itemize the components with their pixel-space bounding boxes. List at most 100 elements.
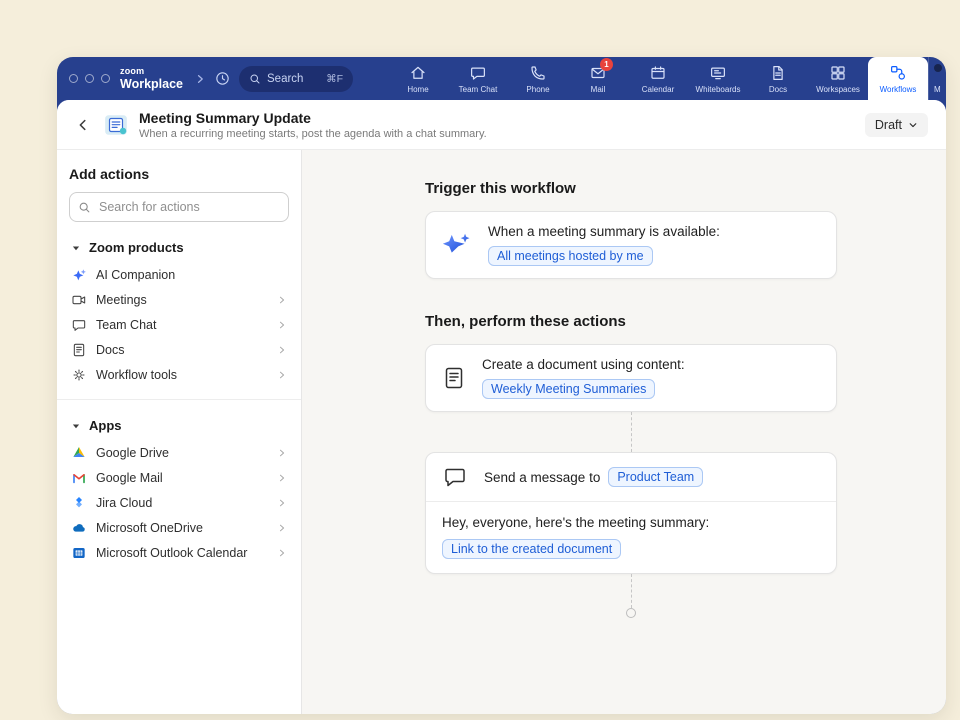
workflow-subtitle: When a recurring meeting starts, post th… xyxy=(139,128,487,140)
section-label: Apps xyxy=(89,418,122,433)
meetings-camera-icon xyxy=(71,292,87,308)
search-icon xyxy=(249,73,261,85)
sidebar-item-label: Meetings xyxy=(96,293,147,307)
sidebar-item-workflow-tools[interactable]: Workflow tools xyxy=(69,362,289,387)
sidebar-item-google-drive[interactable]: Google Drive xyxy=(69,440,289,465)
status-dropdown[interactable]: Draft xyxy=(865,113,928,137)
sidebar-item-docs[interactable]: Docs xyxy=(69,337,289,362)
sidebar-item-label: Microsoft OneDrive xyxy=(96,521,203,535)
content-area: Meeting Summary Update When a recurring … xyxy=(57,100,946,714)
section-apps[interactable]: Apps xyxy=(71,418,287,433)
actions-search-input[interactable] xyxy=(97,199,280,215)
chevron-right-icon xyxy=(277,498,287,508)
chevron-right-icon xyxy=(277,448,287,458)
workflow-title-block: Meeting Summary Update When a recurring … xyxy=(139,110,487,140)
top-nav-bar: zoom Workplace Search ⌘F Home xyxy=(57,57,946,100)
window-control-dot[interactable] xyxy=(101,74,110,83)
window-control-dot[interactable] xyxy=(69,74,78,83)
send-message-card[interactable]: Send a message to Product Team Hey, ever… xyxy=(425,452,837,574)
ai-sparkle-icon xyxy=(442,230,472,260)
actions-heading: Then, perform these actions xyxy=(425,313,837,330)
nav-item-docs[interactable]: Docs xyxy=(748,57,808,100)
nav-item-team-chat[interactable]: Team Chat xyxy=(448,57,508,100)
docs-icon xyxy=(769,64,787,82)
global-search[interactable]: Search ⌘F xyxy=(239,66,353,92)
ai-companion-icon xyxy=(71,267,87,283)
trigger-text: When a meeting summary is available: xyxy=(488,224,720,239)
nav-item-label: Whiteboards xyxy=(696,85,741,94)
chevron-right-icon xyxy=(277,523,287,533)
nav-item-label: M xyxy=(934,85,941,94)
nav-item-more-partial[interactable]: M xyxy=(928,57,946,100)
sidebar-item-jira-cloud[interactable]: Jira Cloud xyxy=(69,490,289,515)
sidebar-item-label: AI Companion xyxy=(96,268,175,282)
sidebar-item-label: Google Drive xyxy=(96,446,169,460)
search-shortcut: ⌘F xyxy=(326,73,343,85)
app-window: zoom Workplace Search ⌘F Home xyxy=(57,57,946,714)
message-link-tag[interactable]: Link to the created document xyxy=(442,539,621,559)
sidebar-item-microsoft-onedrive[interactable]: Microsoft OneDrive xyxy=(69,515,289,540)
actions-sidebar: Add actions Zoom products xyxy=(57,150,302,714)
document-content-tag[interactable]: Weekly Meeting Summaries xyxy=(482,379,655,399)
workflows-icon xyxy=(889,64,907,82)
sidebar-item-microsoft-outlook-calendar[interactable]: Microsoft Outlook Calendar xyxy=(69,540,289,565)
calendar-icon xyxy=(649,64,667,82)
workflow-canvas: Trigger this workflow When a meeting sum… xyxy=(302,150,946,714)
gear-icon xyxy=(71,367,87,383)
logo-workplace-text: Workplace xyxy=(120,78,183,91)
trigger-card[interactable]: When a meeting summary is available: All… xyxy=(425,211,837,279)
microsoft-onedrive-icon xyxy=(71,520,87,536)
chevron-right-icon xyxy=(277,295,287,305)
workflow-header: Meeting Summary Update When a recurring … xyxy=(57,100,946,150)
nav-item-workflows-active[interactable]: Workflows xyxy=(868,57,928,100)
search-label: Search xyxy=(267,73,303,85)
google-drive-icon xyxy=(71,445,87,461)
sidebar-item-google-mail[interactable]: Google Mail xyxy=(69,465,289,490)
home-icon xyxy=(409,64,427,82)
actions-search[interactable] xyxy=(69,192,289,222)
section-label: Zoom products xyxy=(89,240,184,255)
back-button[interactable] xyxy=(71,113,95,137)
nav-item-mail[interactable]: 1 Mail xyxy=(568,57,628,100)
microsoft-outlook-calendar-icon xyxy=(71,545,87,561)
nav-item-label: Home xyxy=(407,85,428,94)
primary-nav: Home Team Chat Phone 1 Mail xyxy=(388,57,946,100)
nav-item-phone[interactable]: Phone xyxy=(508,57,568,100)
workflow-title: Meeting Summary Update xyxy=(139,110,487,126)
sidebar-item-label: Team Chat xyxy=(96,318,156,332)
chevron-right-icon xyxy=(277,370,287,380)
message-recipient-tag[interactable]: Product Team xyxy=(608,467,703,487)
workspaces-icon xyxy=(829,64,847,82)
create-document-text: Create a document using content: xyxy=(482,357,685,372)
chevron-right-icon xyxy=(277,345,287,355)
trigger-scope-tag[interactable]: All meetings hosted by me xyxy=(488,246,653,266)
nav-item-workspaces[interactable]: Workspaces xyxy=(808,57,868,100)
sidebar-item-team-chat[interactable]: Team Chat xyxy=(69,312,289,337)
phone-icon xyxy=(529,64,547,82)
nav-item-whiteboards[interactable]: Whiteboards xyxy=(688,57,748,100)
section-zoom-products[interactable]: Zoom products xyxy=(71,240,287,255)
nav-item-label: Docs xyxy=(769,85,787,94)
create-document-card[interactable]: Create a document using content: Weekly … xyxy=(425,344,837,412)
nav-item-calendar[interactable]: Calendar xyxy=(628,57,688,100)
chevron-right-icon xyxy=(277,548,287,558)
search-icon xyxy=(78,201,91,214)
docs-icon xyxy=(71,342,87,358)
chevron-right-icon xyxy=(277,473,287,483)
more-dot-icon xyxy=(934,64,942,82)
jira-cloud-icon xyxy=(71,495,87,511)
caret-down-icon xyxy=(71,243,81,253)
chevron-right-icon[interactable] xyxy=(194,73,206,85)
window-control-dot[interactable] xyxy=(85,74,94,83)
nav-item-label: Team Chat xyxy=(459,85,498,94)
document-icon xyxy=(442,365,466,391)
nav-item-label: Calendar xyxy=(642,85,674,94)
message-body: Hey, everyone, here's the meeting summar… xyxy=(426,502,836,573)
whiteboard-icon xyxy=(709,64,727,82)
sidebar-item-meetings[interactable]: Meetings xyxy=(69,287,289,312)
history-clock-icon[interactable] xyxy=(214,70,231,87)
sidebar-item-label: Google Mail xyxy=(96,471,163,485)
sidebar-item-ai-companion[interactable]: AI Companion xyxy=(69,262,289,287)
add-step-node[interactable] xyxy=(626,608,636,618)
nav-item-home[interactable]: Home xyxy=(388,57,448,100)
